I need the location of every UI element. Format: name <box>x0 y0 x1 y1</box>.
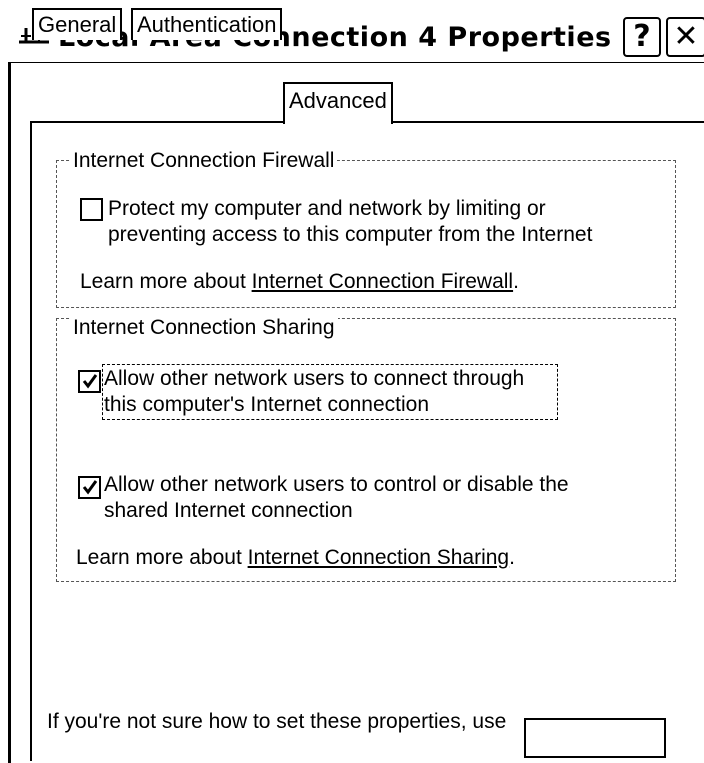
protect-computer-label[interactable]: Protect my computer and network by limit… <box>108 196 648 248</box>
sharing-learn-more-prefix: Learn more about <box>76 546 248 569</box>
sharing-group <box>56 318 676 582</box>
protect-computer-label-text: Protect my computer and network by limit… <box>108 197 593 246</box>
allow-connect-label-text: Allow other network users to connect thr… <box>104 367 525 416</box>
sharing-learn-more: Learn more about Internet Connection Sha… <box>76 546 515 570</box>
allow-control-label[interactable]: Allow other network users to control or … <box>104 472 574 524</box>
protect-computer-checkbox[interactable] <box>80 198 103 221</box>
tab-advanced[interactable]: Advanced <box>283 82 393 124</box>
checkmark-icon <box>82 374 98 389</box>
firewall-learn-more: Learn more about Internet Connection Fir… <box>80 270 519 294</box>
sharing-group-title: Internet Connection Sharing <box>70 316 338 340</box>
allow-control-checkbox[interactable] <box>78 476 101 499</box>
sharing-learn-more-suffix: . <box>509 546 515 569</box>
footer-help-text: If you're not sure how to set these prop… <box>47 710 507 733</box>
firewall-learn-more-suffix: . <box>513 270 519 293</box>
allow-connect-checkbox[interactable] <box>78 370 101 393</box>
firewall-group-title: Internet Connection Firewall <box>70 149 338 173</box>
help-button[interactable]: ? <box>623 17 661 57</box>
allow-connect-label[interactable]: Allow other network users to connect thr… <box>102 364 558 420</box>
tab-general[interactable]: General <box>32 8 123 40</box>
firewall-learn-more-link[interactable]: Internet Connection Firewall <box>252 270 513 293</box>
close-button[interactable]: ✕ <box>666 17 704 57</box>
firewall-learn-more-prefix: Learn more about <box>80 270 252 293</box>
checkmark-icon <box>82 480 98 495</box>
allow-control-label-text: Allow other network users to control or … <box>104 473 569 522</box>
tab-authentication[interactable]: Authentication <box>131 8 283 40</box>
settings-button[interactable] <box>524 718 666 758</box>
sharing-learn-more-link[interactable]: Internet Connection Sharing <box>248 546 510 569</box>
